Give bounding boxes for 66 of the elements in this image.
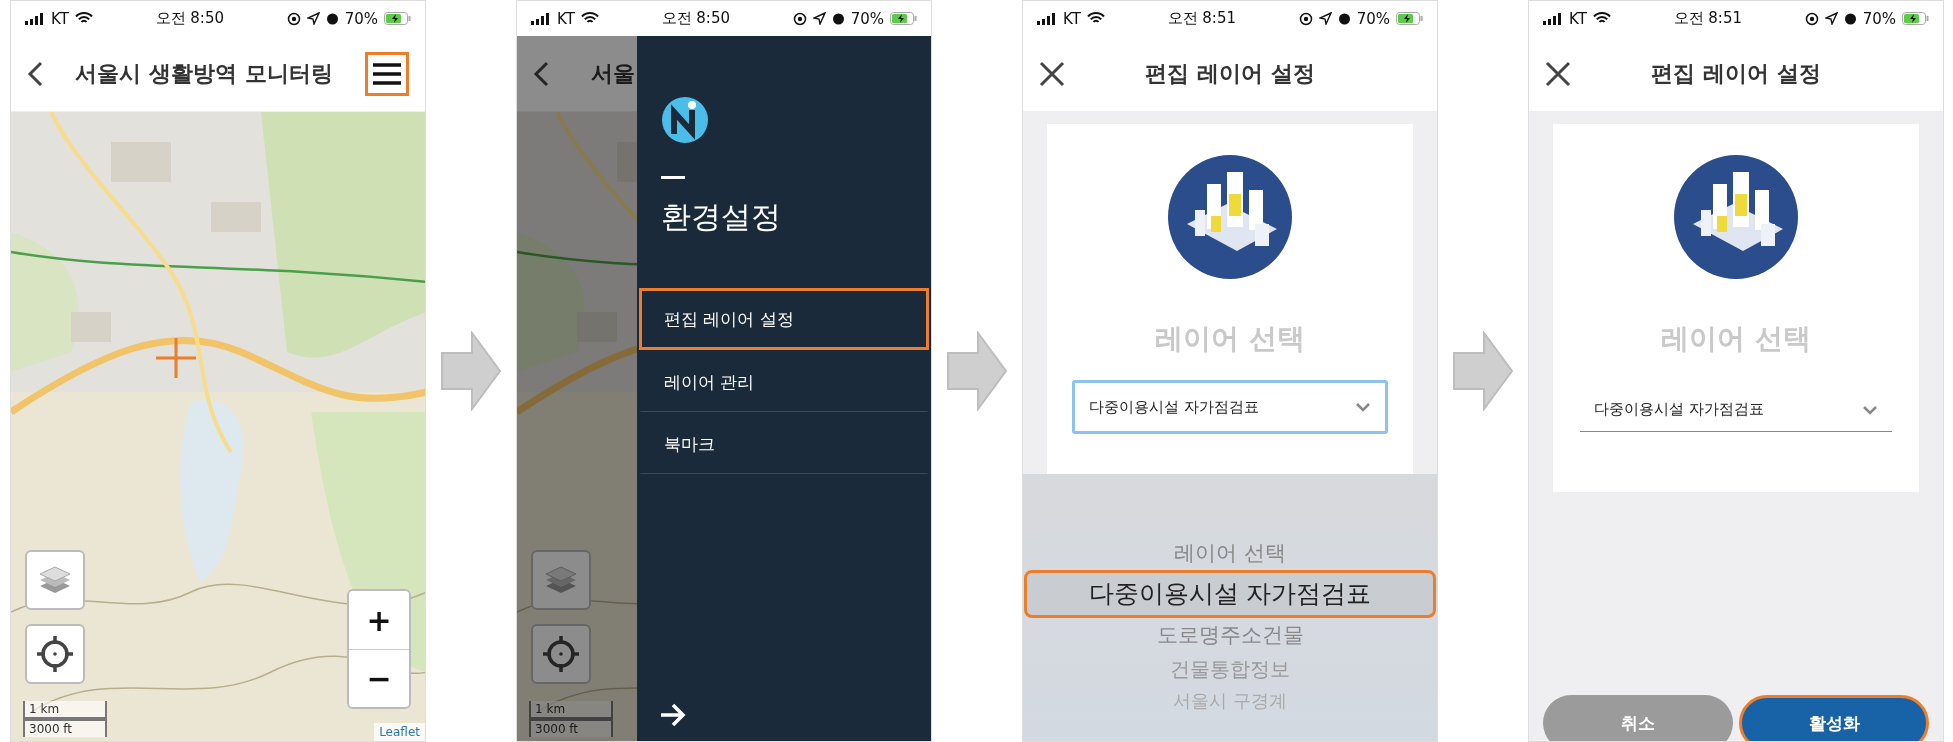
locate-button[interactable]: [25, 624, 85, 684]
back-button[interactable]: [27, 60, 43, 87]
crosshair-icon: [541, 634, 581, 674]
carrier-label: KT: [51, 9, 69, 28]
locate-button[interactable]: [531, 624, 591, 684]
screen-title: 편집 레이어 설정: [1650, 59, 1822, 88]
screen-title: 편집 레이어 설정: [1144, 59, 1316, 88]
picker-option[interactable]: 다중이용시설 자가점검표: [1024, 570, 1436, 619]
scale-label: 3000 ft: [23, 719, 107, 737]
crosshair-icon: [35, 634, 75, 674]
location-icon: [1824, 12, 1838, 25]
chevron-icon: [1862, 404, 1878, 415]
zoom-out-button[interactable]: −: [349, 649, 409, 707]
arrow-icon: [659, 703, 687, 727]
battery-percent: 70%: [1356, 9, 1390, 28]
chevron-icon: [1355, 402, 1371, 412]
activate-button[interactable]: 활성화: [1739, 695, 1929, 741]
battery-percent: 70%: [1862, 9, 1896, 28]
drawer-item[interactable]: 편집 레이어 설정: [639, 288, 929, 350]
battery-percent: 70%: [850, 9, 884, 28]
layers-icon: [544, 565, 578, 595]
close-button[interactable]: [1545, 60, 1571, 87]
scale-label: 1 km: [23, 701, 107, 719]
rotation-lock-icon: [792, 11, 807, 26]
layer-select[interactable]: 다중이용시설 자가점검표: [1072, 380, 1388, 434]
battery-percent: 70%: [344, 9, 378, 28]
signal-icon: [531, 12, 551, 25]
layers-button[interactable]: [25, 550, 85, 610]
battery-icon: [890, 12, 917, 25]
wifi-icon: [1592, 12, 1611, 25]
battery-icon: [1396, 12, 1423, 25]
location-icon: [812, 12, 826, 25]
location-icon: [306, 12, 320, 25]
signal-icon: [1543, 12, 1563, 25]
drawer-heading: 환경설정: [661, 198, 782, 236]
carrier-label: KT: [557, 9, 575, 28]
signal-icon: [25, 12, 45, 25]
layer-select[interactable]: 다중이용시설 자가점검표: [1580, 388, 1892, 432]
carrier-label: KT: [1569, 9, 1587, 28]
drawer-item[interactable]: 레이어 관리: [639, 350, 929, 412]
signal-icon: [1037, 12, 1057, 25]
back-button[interactable]: [533, 60, 549, 87]
battery-icon: [1902, 12, 1929, 25]
rotation-lock-icon: [1298, 11, 1313, 26]
wifi-icon: [74, 12, 93, 25]
screen-title: 서울시 생활방역 모니터링: [74, 59, 334, 88]
location-icon: [1318, 12, 1332, 25]
status-time: 오전 8:51: [1167, 9, 1236, 28]
wifi-icon: [580, 12, 599, 25]
logo-icon: [661, 96, 709, 144]
close-button[interactable]: [1039, 60, 1065, 87]
wifi-icon: [1086, 12, 1105, 25]
crosshair-marker: [156, 338, 196, 378]
attribution-link[interactable]: Leaflet: [374, 723, 425, 741]
layers-icon: [38, 565, 72, 595]
battery-icon: [384, 12, 411, 25]
carrier-label: KT: [1063, 9, 1081, 28]
menu-icon: [373, 62, 401, 85]
screen-title: 서울: [590, 59, 636, 88]
status-time: 오전 8:50: [661, 9, 730, 28]
menu-button[interactable]: [365, 51, 409, 96]
status-time: 오전 8:51: [1673, 9, 1742, 28]
rotation-lock-icon: [286, 11, 301, 26]
rotation-lock-icon: [1804, 11, 1819, 26]
drawer-item[interactable]: 북마크: [639, 412, 929, 474]
status-time: 오전 8:50: [155, 9, 224, 28]
